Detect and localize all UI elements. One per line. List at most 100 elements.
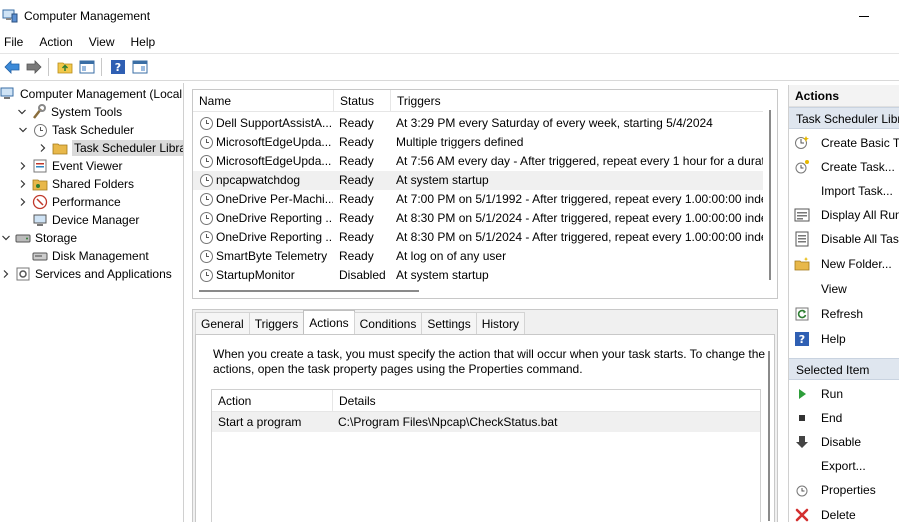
task-name: OneDrive Reporting ... xyxy=(216,211,333,225)
chevron-right-icon[interactable] xyxy=(17,160,29,172)
task-triggers: At system startup xyxy=(396,268,489,282)
blank-icon xyxy=(794,458,810,474)
action-display-all-run[interactable]: Display All Run xyxy=(789,205,899,225)
task-list-header: Name Status Triggers xyxy=(193,90,763,112)
task-clock-icon xyxy=(200,133,216,152)
show-hide-console-tree-button[interactable] xyxy=(77,57,97,77)
task-status: Ready xyxy=(339,173,374,187)
task-clock-icon xyxy=(200,228,216,247)
menu-action[interactable]: Action xyxy=(35,33,76,51)
action-delete[interactable]: Delete xyxy=(789,505,899,522)
action-run[interactable]: Run xyxy=(789,384,899,404)
table-row[interactable]: StartupMonitor Disabled At system startup xyxy=(193,266,763,285)
action-end[interactable]: End xyxy=(789,408,899,428)
chevron-right-icon[interactable] xyxy=(37,142,49,154)
tree-item-task-scheduler-library[interactable]: Task Scheduler Libra xyxy=(37,139,183,157)
svg-text:?: ? xyxy=(115,61,121,74)
action-refresh[interactable]: Refresh xyxy=(789,304,899,324)
tree-item-event-viewer[interactable]: Event Viewer xyxy=(17,157,122,175)
menu-bar: File Action View Help xyxy=(0,32,899,52)
disk-icon xyxy=(32,248,48,264)
menu-file[interactable]: File xyxy=(0,33,27,51)
forward-button[interactable] xyxy=(24,57,44,77)
action-disable[interactable]: Disable xyxy=(789,432,899,452)
column-header-name[interactable]: Name xyxy=(193,90,333,112)
tree-item-system-tools[interactable]: System Tools xyxy=(16,103,122,121)
table-row[interactable]: OneDrive Reporting ... Ready At 8:30 PM on… xyxy=(193,209,763,228)
action-export[interactable]: Export... xyxy=(789,456,899,476)
task-name: MicrosoftEdgeUpda... xyxy=(216,135,332,149)
blank-icon xyxy=(794,281,810,297)
table-row[interactable]: SmartByte Telemetry Ready At log on of any… xyxy=(193,247,763,266)
table-row[interactable]: Start a program C:\Program Files\Npcap\C… xyxy=(212,412,760,432)
task-list-horizontal-scrollbar[interactable] xyxy=(193,286,763,298)
tab-conditions[interactable]: Conditions xyxy=(353,312,423,334)
tree-item-task-scheduler[interactable]: Task Scheduler xyxy=(17,121,134,139)
tree-item-shared-folders[interactable]: Shared Folders xyxy=(17,175,134,193)
tree-item-services-and-applications[interactable]: Services and Applications xyxy=(0,265,172,283)
up-one-level-button[interactable] xyxy=(55,57,75,77)
action-create-task[interactable]: Create Task... xyxy=(789,157,899,177)
chevron-down-icon[interactable] xyxy=(0,232,12,244)
tab-settings[interactable]: Settings xyxy=(421,312,477,334)
tab-history[interactable]: History xyxy=(475,312,526,334)
performance-icon xyxy=(32,194,48,210)
tree-item-device-manager[interactable]: Device Manager xyxy=(32,211,139,229)
help-toolbar-button[interactable]: ? xyxy=(108,57,128,77)
tree-item-disk-management[interactable]: Disk Management xyxy=(32,247,149,265)
table-row[interactable]: Dell SupportAssistA... Ready At 3:29 PM ev… xyxy=(193,114,763,133)
back-button[interactable] xyxy=(2,57,22,77)
task-list-vertical-scrollbar[interactable] xyxy=(763,90,777,298)
chevron-down-icon[interactable] xyxy=(16,106,28,118)
action-help[interactable]: ? Help xyxy=(789,329,899,349)
tree-item-performance[interactable]: Performance xyxy=(17,193,121,211)
column-header-action[interactable]: Action xyxy=(212,390,332,412)
action-import-task[interactable]: Import Task... xyxy=(789,181,899,201)
tools-icon xyxy=(31,104,47,120)
create-basic-task-icon xyxy=(794,135,810,151)
tab-triggers[interactable]: Triggers xyxy=(248,312,305,334)
task-triggers: Multiple triggers defined xyxy=(396,135,524,149)
task-clock-icon xyxy=(200,190,216,209)
table-row[interactable]: MicrosoftEdgeUpda... Ready At 7:56 AM ever… xyxy=(193,152,763,171)
action-view[interactable]: View xyxy=(789,279,899,299)
table-row[interactable]: OneDrive Reporting ... Ready At 8:30 PM on… xyxy=(193,228,763,247)
toolbar: ? xyxy=(0,53,899,81)
table-row[interactable]: MicrosoftEdgeUpda... Ready Multiple trigge… xyxy=(193,133,763,152)
chevron-right-icon[interactable] xyxy=(17,196,29,208)
menu-help[interactable]: Help xyxy=(127,33,160,51)
column-header-status[interactable]: Status xyxy=(333,90,390,112)
run-icon xyxy=(794,386,810,402)
show-hide-action-pane-button[interactable] xyxy=(130,57,150,77)
tree-item-storage[interactable]: Storage xyxy=(0,229,77,247)
action-new-folder[interactable]: New Folder... xyxy=(789,254,899,274)
menu-view[interactable]: View xyxy=(85,33,119,51)
column-header-triggers[interactable]: Triggers xyxy=(390,90,763,112)
task-status: Ready xyxy=(339,230,374,244)
chevron-right-icon[interactable] xyxy=(0,268,12,280)
task-triggers: At log on of any user xyxy=(396,249,507,263)
chevron-down-icon[interactable] xyxy=(17,124,29,136)
console-tree: Computer Management (Local System Tools … xyxy=(0,83,184,522)
minimize-button[interactable] xyxy=(846,0,882,32)
toolbar-separator xyxy=(101,58,102,76)
action-disable-all-task[interactable]: Disable All Task xyxy=(789,229,899,249)
forward-arrow-icon xyxy=(26,60,42,74)
tab-general[interactable]: General xyxy=(195,312,250,334)
details-vertical-scrollbar[interactable] xyxy=(768,351,770,521)
chevron-right-icon[interactable] xyxy=(17,178,29,190)
action-pane-icon xyxy=(132,60,148,74)
table-row[interactable]: npcapwatchdog Ready At system startup xyxy=(193,171,763,190)
tab-actions[interactable]: Actions xyxy=(303,310,355,334)
column-header-details[interactable]: Details xyxy=(332,390,752,412)
action-create-basic-ta[interactable]: Create Basic Ta xyxy=(789,133,899,153)
actions-section-task-scheduler-library[interactable]: Task Scheduler Libra xyxy=(789,107,899,129)
actions-pane-title: Actions xyxy=(789,85,899,107)
actions-section-selected-item[interactable]: Selected Item xyxy=(789,358,899,380)
action-label: Display All Run xyxy=(821,208,899,222)
clock-icon xyxy=(32,122,48,138)
tree-item-computer-management[interactable]: Computer Management (Local xyxy=(0,85,182,103)
action-properties[interactable]: Properties xyxy=(789,480,899,500)
table-row[interactable]: OneDrive Per-Machi... Ready At 7:00 PM on … xyxy=(193,190,763,209)
actions-tab-body: When you create a task, you must specify… xyxy=(195,334,775,522)
